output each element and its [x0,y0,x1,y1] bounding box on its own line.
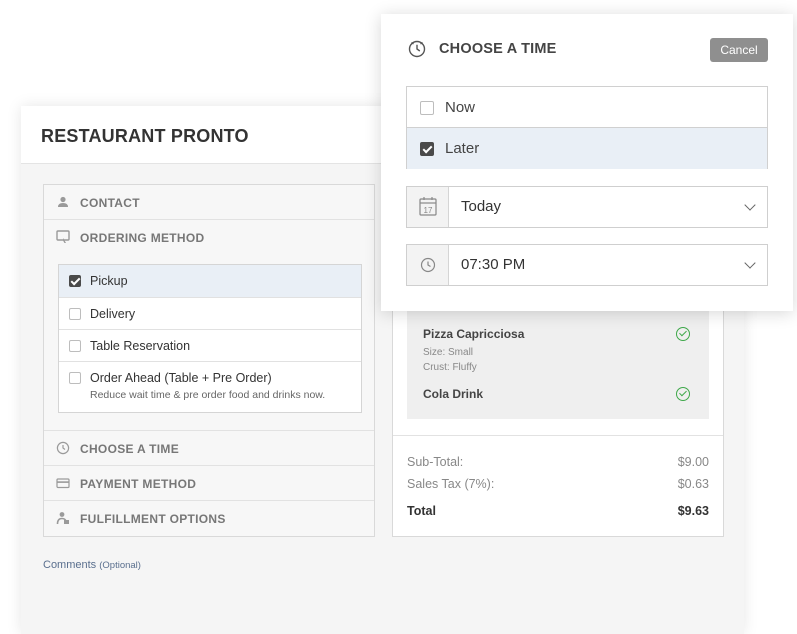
restaurant-title: RESTAURANT PRONTO [41,126,249,146]
section-choose-time[interactable]: CHOOSE A TIME [44,431,374,466]
choose-time-popup: CHOOSE A TIME Cancel Now Later 17 Today [381,14,793,311]
item-name: Cola Drink [423,387,484,401]
divider [393,435,723,436]
section-contact[interactable]: CONTACT [44,185,374,220]
comments-link[interactable]: Comments (Optional) [43,559,141,571]
total-label: Total [407,504,436,518]
delivery-checkbox[interactable] [69,308,81,320]
subtotal-value: $9.00 [677,455,709,469]
chevron-down-icon [744,199,756,211]
now-later-options: Now Later [406,86,768,169]
tax-value: $0.63 [677,477,709,491]
ordering-options-list: Pickup Delivery Table Reservation Order … [58,264,362,413]
comments-label: Comments [43,559,97,571]
time-select-value: 07:30 PM [461,256,526,273]
comments-optional-label: (Optional) [99,560,141,571]
option-now[interactable]: Now [407,87,767,128]
item-detail: Size: Small [423,347,474,358]
item-detail: Crust: Fluffy [423,362,477,373]
section-choose-time-label: CHOOSE A TIME [80,442,180,456]
delivery-person-icon [56,511,70,525]
clock-icon [408,40,426,58]
section-fulfillment-options-label: FULFILLMENT OPTIONS [80,512,226,526]
option-order-ahead[interactable]: Order Ahead (Table + Pre Order) Reduce w… [59,362,361,412]
tax-label: Sales Tax (7%): [407,477,495,491]
option-pickup[interactable]: Pickup [59,265,361,298]
section-contact-label: CONTACT [80,196,140,210]
option-table-reservation-label: Table Reservation [90,339,191,353]
subtotal-row: Sub-Total: $9.00 [407,455,709,469]
option-delivery[interactable]: Delivery [59,298,361,330]
order-summary: Pizza Capricciosa Size: Small Crust: Flu… [392,296,724,537]
order-method-icon [56,230,70,244]
check-circle-icon [676,327,690,341]
option-now-label: Now [445,99,476,116]
option-order-ahead-label: Order Ahead (Table + Pre Order) [90,371,272,385]
total-value: $9.63 [677,504,709,518]
later-checkbox[interactable] [420,142,434,156]
cancel-button[interactable]: Cancel [710,38,768,62]
option-later[interactable]: Later [407,128,767,169]
table-reservation-checkbox[interactable] [69,340,81,352]
popup-title: CHOOSE A TIME [439,41,557,57]
section-payment-method[interactable]: PAYMENT METHOD [44,466,374,501]
clock-icon [407,245,449,285]
pickup-checkbox[interactable] [69,275,81,287]
tax-row: Sales Tax (7%): $0.63 [407,477,709,491]
day-select[interactable]: 17 Today [406,186,768,228]
item-name: Pizza Capricciosa [423,327,525,341]
checkout-accordion: CONTACT ORDERING METHOD Pickup Delivery … [43,184,375,537]
option-later-label: Later [445,140,480,157]
time-select[interactable]: 07:30 PM [406,244,768,286]
order-ahead-checkbox[interactable] [69,372,81,384]
now-checkbox[interactable] [420,101,434,115]
check-circle-icon [676,387,690,401]
option-pickup-label: Pickup [90,274,128,288]
credit-card-icon [56,476,70,490]
user-icon [56,195,70,209]
chevron-down-icon [744,257,756,269]
calendar-day-number: 17 [424,206,433,215]
total-row: Total $9.63 [407,504,709,518]
order-items: Pizza Capricciosa Size: Small Crust: Flu… [407,309,709,419]
section-fulfillment-options[interactable]: FULFILLMENT OPTIONS [44,501,374,536]
calendar-icon: 17 [407,187,449,227]
day-select-value: Today [461,198,502,215]
option-order-ahead-subtext: Reduce wait time & pre order food and dr… [90,389,326,401]
section-payment-method-label: PAYMENT METHOD [80,477,197,491]
subtotal-label: Sub-Total: [407,455,464,469]
option-table-reservation[interactable]: Table Reservation [59,330,361,362]
clock-icon [56,441,70,455]
section-ordering-method-label: ORDERING METHOD [80,231,205,245]
option-delivery-label: Delivery [90,307,136,321]
